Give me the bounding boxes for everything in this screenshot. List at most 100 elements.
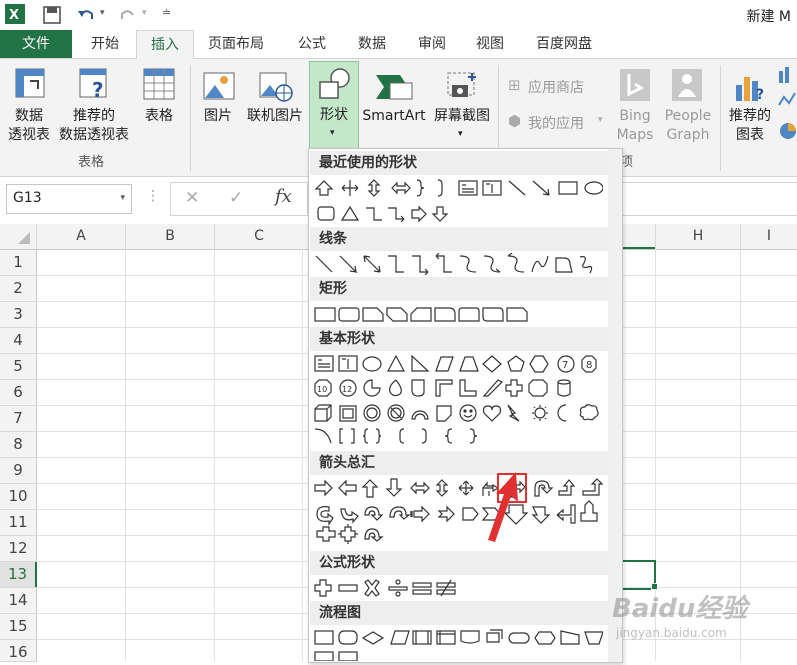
row-header[interactable]: 11 [0,510,37,536]
recommended-charts-label-1: 推荐的 [729,108,771,124]
shapes-button[interactable]: 形状 ▾ [309,61,359,150]
insert-function-icon[interactable]: fx [275,186,292,207]
name-box[interactable]: G13 ▾ [6,184,132,214]
tab-formulas[interactable]: 公式 [284,30,340,58]
people-graph-label-1: People [664,108,712,124]
table-button[interactable]: 表格 [136,63,182,149]
tab-home[interactable]: 开始 [76,30,134,58]
column-header-i[interactable]: I [741,224,797,250]
svg-text:7: 7 [562,360,568,371]
row-header[interactable]: 5 [0,354,37,380]
grid-line [214,249,215,661]
row-header[interactable]: 4 [0,328,37,354]
lines-row[interactable] [313,253,603,275]
tab-view[interactable]: 视图 [462,30,518,58]
table-label: 表格 [145,108,173,124]
cancel-icon[interactable]: ✕ [185,188,199,208]
screenshot-dropdown-icon: ▾ [458,129,463,139]
row-header[interactable]: 14 [0,588,37,614]
customize-toolbar-icon[interactable]: ≐ [162,6,171,19]
recommended-charts-button[interactable]: ? 推荐的 图表 [724,63,776,149]
svg-text:8: 8 [586,360,592,371]
column-header-a[interactable]: A [37,224,126,250]
pivottable-label-1: 数据 [15,108,43,124]
basic-shapes-grid[interactable]: 7 8 10 12 [313,353,603,449]
row-header[interactable]: 3 [0,302,37,328]
name-box-dropdown-icon[interactable]: ▾ [120,193,125,203]
tab-file[interactable]: 文件 [0,30,72,58]
row-header[interactable]: 9 [0,458,37,484]
column-header-h[interactable]: H [656,224,741,250]
ribbon-tabs: 文件 开始 插入 页面布局 公式 数据 审阅 视图 百度网盘 [0,30,797,60]
formula-controls: ✕ ✓ fx [170,182,308,216]
row-header[interactable]: 10 [0,484,37,510]
grid-line [302,249,303,661]
select-all-corner[interactable] [0,224,37,250]
undo-icon[interactable] [76,5,96,25]
row-header[interactable]: 16 [0,640,37,662]
block-arrows-grid[interactable] [313,477,603,549]
svg-text:12: 12 [342,385,352,394]
bing-label-1: Bing [619,108,651,124]
row-header-active[interactable]: 13 [0,562,37,588]
row-header[interactable]: 6 [0,380,37,406]
document-title: 新建 M [746,9,791,25]
equation-shapes-row[interactable] [313,577,603,599]
row-header[interactable]: 1 [0,250,37,276]
people-graph-button[interactable]: People Graph [660,63,716,149]
bing-label-2: Maps [616,127,654,143]
people-graph-icon [672,69,702,101]
excel-logo-icon: X [5,4,25,24]
redo-dropdown-icon[interactable]: ▾ [142,8,147,18]
picture-button[interactable]: 图片 [196,63,240,149]
shapes-label: 形状 [320,107,348,123]
tab-insert[interactable]: 插入 [136,30,194,60]
tab-baidu-pan[interactable]: 百度网盘 [524,30,604,58]
my-apps-button[interactable]: ⬢ 我的应用 ▾ [506,111,606,133]
row-header[interactable]: 15 [0,614,37,640]
online-pictures-button[interactable]: 联机图片 [242,63,308,149]
screenshot-button[interactable]: 屏幕截图 ▾ [430,63,494,149]
flowchart-shapes-row[interactable] [313,627,603,661]
section-lines: 线条 [310,227,609,251]
shapes-gallery: 最近使用的形状 线条 矩形 基本形状 7 8 10 12 箭头总汇 公式形状 流… [308,148,623,663]
table-icon [143,68,175,100]
group-separator [190,65,191,171]
bing-maps-button[interactable]: Bing Maps [612,63,658,149]
row-header[interactable]: 8 [0,432,37,458]
group-separator-3 [720,65,721,171]
recommended-pivottables-button[interactable]: ? 推荐的 数据透视表 [56,63,132,149]
tab-review[interactable]: 审阅 [404,30,460,58]
pivottable-icon [15,68,45,98]
section-rectangles: 矩形 [310,277,609,301]
row-header[interactable]: 12 [0,536,37,562]
watermark-brand: Baidu经验 [612,594,748,624]
watermark-url: jingyan.baidu.com [616,626,727,640]
redo-icon[interactable] [118,5,138,25]
picture-label: 图片 [204,108,232,124]
tab-data[interactable]: 数据 [344,30,400,58]
formula-input[interactable] [620,182,797,216]
rectangles-row[interactable] [313,303,603,325]
undo-dropdown-icon[interactable]: ▾ [100,8,105,18]
column-header-c[interactable]: C [215,224,304,250]
recommended-pivottables-label-1: 推荐的 [73,108,115,124]
chart-types-icons[interactable] [778,65,797,145]
save-icon[interactable] [42,5,62,25]
app-store-button[interactable]: ⊞ 应用商店 [506,75,606,97]
enter-icon[interactable]: ✓ [229,188,243,208]
smartart-icon [376,75,413,100]
title-bar: X ▾ ▾ ≐ 新建 M [0,0,797,30]
recent-shapes-row[interactable] [313,177,603,225]
row-header[interactable]: 7 [0,406,37,432]
group-tables-label: 表格 [78,155,105,170]
smartart-button[interactable]: SmartArt [360,63,428,149]
section-recent-shapes: 最近使用的形状 [310,151,609,175]
puzzle-icon: ⬢ [508,112,522,130]
column-header-b[interactable]: B [126,224,215,250]
pivottable-button[interactable]: 数据 透视表 [4,63,54,149]
row-header[interactable]: 2 [0,276,37,302]
screenshot-icon [447,72,476,97]
pivottable-label-2: 透视表 [8,127,50,143]
tab-page-layout[interactable]: 页面布局 [196,30,276,58]
